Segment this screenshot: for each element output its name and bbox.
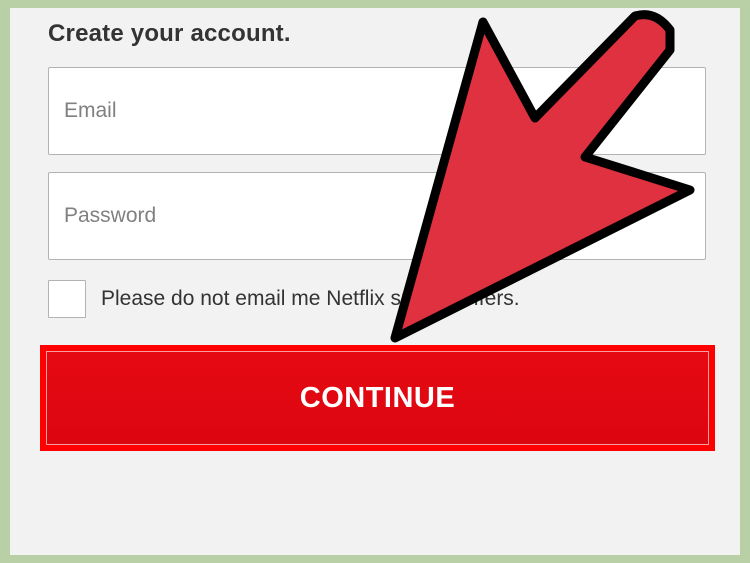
email-opt-out-row[interactable]: Please do not email me Netflix special o… <box>48 279 520 319</box>
email-field[interactable] <box>49 68 705 154</box>
password-field[interactable] <box>49 173 705 259</box>
email-field-box[interactable] <box>48 67 706 155</box>
continue-button-highlight: CONTINUE <box>40 345 715 451</box>
email-opt-out-checkbox[interactable] <box>48 280 86 318</box>
signup-panel: Create your account. Please do not email… <box>10 8 740 555</box>
page-title: Create your account. <box>48 20 291 47</box>
email-opt-out-label: Please do not email me Netflix special o… <box>101 287 520 310</box>
password-field-box[interactable] <box>48 172 706 260</box>
continue-button[interactable]: CONTINUE <box>46 351 709 445</box>
